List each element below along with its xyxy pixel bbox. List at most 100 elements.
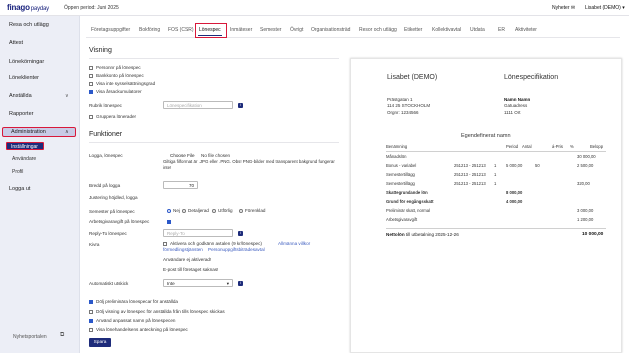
payslip-preview: Lisabet (DEMO) Lönespecifikation Prästga… bbox=[350, 58, 622, 353]
info-icon[interactable]: i bbox=[238, 103, 243, 108]
preview-cell-pct: 50 bbox=[535, 163, 540, 168]
nav-loneklienter[interactable]: Löneklienter bbox=[9, 75, 39, 81]
checkbox-dolj-preliminara[interactable] bbox=[89, 300, 93, 304]
sub-nav-installningar[interactable]: Inställningar bbox=[6, 142, 44, 150]
nav-lonekorningar[interactable]: Lönekörningar bbox=[9, 59, 44, 65]
preview-cell-apris: 8 000,00 bbox=[506, 190, 523, 195]
label-automatiskt-utskick: Automatiskt utskick bbox=[89, 281, 129, 286]
tab-resor-och-utlagg[interactable]: Resor och utlägg bbox=[359, 27, 397, 33]
radio-label-nej: Nej bbox=[173, 208, 180, 213]
tab-aktiviteter[interactable]: Aktiviteter bbox=[515, 27, 537, 33]
section-title-funktioner: Funktioner bbox=[89, 131, 123, 138]
checkbox-dolj-visning[interactable] bbox=[89, 310, 93, 314]
nav-logga-ut[interactable]: Logga ut bbox=[9, 186, 30, 192]
tab-organisationstrad[interactable]: Organisationsträd bbox=[311, 27, 350, 33]
preview-cell-name: Månadslön bbox=[386, 154, 407, 159]
settings-tabs: Företagsuppgifter Bokföring FOS (CSR) Lö… bbox=[86, 22, 620, 38]
rubrik-lonespec-input[interactable]: Lönespecifikation bbox=[163, 101, 233, 109]
tab-ovrigt[interactable]: Övrigt bbox=[290, 27, 303, 33]
tab-kollektivavtal[interactable]: Kollektivavtal bbox=[432, 27, 461, 33]
preview-recipient-line: 1111 Ort bbox=[504, 110, 521, 115]
reply-to-input[interactable]: Reply-To bbox=[163, 229, 233, 237]
tab-etiketter[interactable]: Etiketter bbox=[404, 27, 422, 33]
tab-fos[interactable]: FOS (CSR) bbox=[168, 27, 194, 33]
radio-semester-detaljerad[interactable] bbox=[182, 209, 186, 213]
nav-attest[interactable]: Attest bbox=[9, 40, 23, 46]
label-bredd-logga: Bredd på logga bbox=[89, 183, 121, 188]
link-personuppgiftsbitradesavtal[interactable]: Personuppgiftsbiträdesavtal bbox=[208, 247, 265, 252]
tab-er[interactable]: ER bbox=[498, 27, 505, 33]
nav-administration-label: Administration bbox=[11, 129, 46, 135]
link-formedlingstjansten[interactable]: förmedlingstjänsten bbox=[163, 247, 203, 252]
checkbox-bankkonto[interactable] bbox=[89, 74, 93, 78]
choose-file-button[interactable]: Choose File bbox=[170, 153, 195, 158]
preview-cell-apris: 4 000,00 bbox=[506, 199, 523, 204]
checkbox-kivra[interactable] bbox=[163, 242, 167, 246]
sub-nav-anvandare[interactable]: Användare bbox=[12, 156, 36, 162]
checkbox-sysselsattningsgrad[interactable] bbox=[89, 82, 93, 86]
radio-semester-forenklad[interactable] bbox=[239, 209, 243, 213]
tab-lonespec[interactable]: Lönespec bbox=[195, 23, 227, 38]
preview-cell-apris: 5 000,00 bbox=[506, 163, 523, 168]
mail-icon: ✉ bbox=[570, 5, 576, 11]
nav-anstallda[interactable]: Anställda ∨ bbox=[9, 93, 69, 99]
checkbox-arsackumulatorer[interactable] bbox=[89, 90, 93, 94]
news-link[interactable]: Nyheter ✉ bbox=[552, 5, 575, 11]
app-logo[interactable]: finagopayday bbox=[7, 3, 49, 12]
preview-address-line: 114 25 STOCKHOLM bbox=[387, 103, 431, 108]
radio-semester-nej[interactable] bbox=[167, 209, 171, 213]
chevron-up-icon: ∧ bbox=[65, 129, 69, 135]
preview-cell-antal: 1 bbox=[494, 181, 497, 186]
nav-rapporter[interactable]: Rapporter bbox=[9, 111, 33, 117]
nav-administration[interactable]: Administration ∧ bbox=[2, 127, 76, 137]
radio-semester-utforlig[interactable] bbox=[212, 209, 216, 213]
preview-cell-antal: 1 bbox=[494, 163, 497, 168]
external-link-icon[interactable]: ⧉ bbox=[60, 332, 64, 339]
tab-utdata[interactable]: Utdata bbox=[470, 27, 485, 33]
preview-cell-name: Grund för engångsskatt bbox=[386, 199, 434, 204]
preview-cell-name: Bonus - variabel bbox=[386, 163, 417, 168]
nyhetsportalen-link[interactable]: Nyhetsportalen bbox=[13, 334, 47, 340]
sidebar: Resa och utlägg Attest Lönekörningar Lön… bbox=[0, 16, 80, 353]
tab-inmateser[interactable]: Inmäteser bbox=[230, 27, 252, 33]
section-title-visning: Visning bbox=[89, 47, 112, 54]
checkbox-gruppera[interactable] bbox=[89, 115, 93, 119]
preview-cell-belopp: 2 500,00 bbox=[577, 163, 594, 168]
checkbox-anteckning[interactable] bbox=[89, 328, 93, 332]
radio-label-forenklad: Förenklad bbox=[245, 208, 266, 213]
top-bar: finagopayday Öppen period: Juni 2025 Nyh… bbox=[0, 0, 629, 16]
preview-table-row: Preliminär skatt, normal 3 000,00 bbox=[386, 208, 606, 214]
info-icon[interactable]: i bbox=[238, 231, 243, 236]
company-selector[interactable]: Lisabet (DEMO) ▾ bbox=[585, 5, 625, 11]
checkbox-personnr[interactable] bbox=[89, 66, 93, 70]
preview-recipient-name: Namn Namn bbox=[504, 97, 531, 102]
preview-netto-value: 10 000,00 bbox=[582, 232, 604, 237]
sub-nav-profil[interactable]: Profil bbox=[12, 169, 23, 175]
checkbox-anpassat-namn[interactable] bbox=[89, 319, 93, 323]
logo-help-text: Giltiga filformat är .JPG eller .PNG. Ob… bbox=[163, 159, 335, 170]
label-dolj-visning: Dölj visning av lönespec för anställda f… bbox=[96, 309, 225, 314]
preview-recipient-line: Gatuadress bbox=[504, 103, 528, 108]
logo-width-input[interactable]: 70 bbox=[163, 181, 198, 189]
preview-cell-name: Skattegrundande lön bbox=[386, 190, 428, 195]
nav-resa-och-utlagg[interactable]: Resa och utlägg bbox=[9, 22, 49, 28]
preview-address-line: Prästgatan 1 bbox=[387, 97, 413, 102]
preview-cell-belopp: 1 200,00 bbox=[577, 217, 594, 222]
save-button[interactable]: Spara bbox=[89, 338, 111, 347]
label-bankkonto: Bankkonto på lönespec bbox=[96, 73, 144, 78]
preview-divider bbox=[386, 228, 606, 229]
preview-cell-period: 251213 - 251213 bbox=[454, 163, 486, 168]
utskick-select[interactable]: Inte ▾ bbox=[163, 279, 233, 287]
divider bbox=[89, 58, 339, 59]
tab-semester[interactable]: Semester bbox=[260, 27, 281, 33]
preview-table-row: Arbetsgivaravgift 1 200,00 bbox=[386, 217, 606, 223]
info-icon[interactable]: i bbox=[238, 281, 243, 286]
preview-cell-period: 251213 - 251213 bbox=[454, 181, 486, 186]
checkbox-arbetsgivaravgift[interactable] bbox=[167, 220, 171, 224]
tab-bokforing[interactable]: Bokföring bbox=[139, 27, 160, 33]
link-allmanna-villkor[interactable]: Allmänna villkor bbox=[278, 241, 310, 246]
chevron-down-icon: ▾ bbox=[226, 281, 229, 286]
preview-company-name: Lisabet (DEMO) bbox=[387, 74, 438, 81]
label-anpassat-namn: Använd anpassat namn på lönespecen bbox=[96, 318, 176, 323]
tab-foretagsuppgifter[interactable]: Företagsuppgifter bbox=[91, 27, 130, 33]
